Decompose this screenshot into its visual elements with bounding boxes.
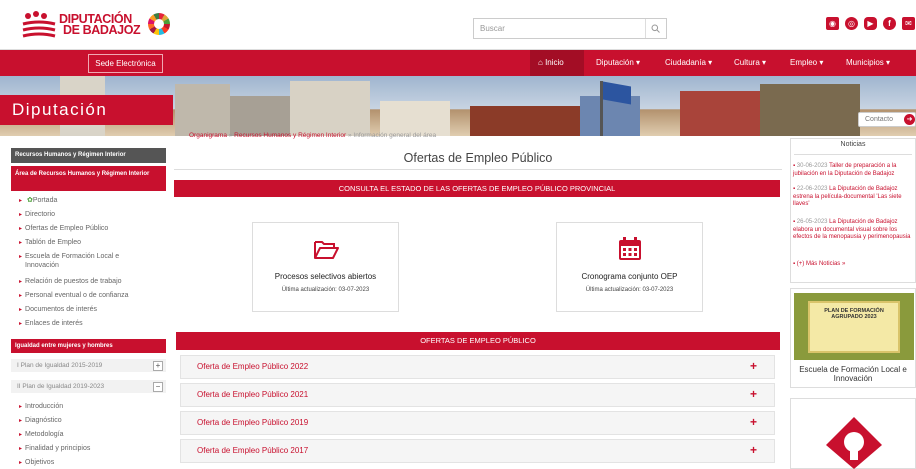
plus-icon[interactable]: + <box>750 387 757 401</box>
sidebar-plan-2019[interactable]: II Plan de Igualdad 2019-2023 <box>11 380 166 394</box>
sdg-wheel-icon[interactable] <box>148 13 170 35</box>
lightbulb-promo[interactable] <box>790 398 916 469</box>
sede-electronica-button[interactable]: Sede Electrónica <box>88 54 163 73</box>
nav-item-inicio[interactable]: ⌂ Inicio <box>530 50 584 76</box>
breadcrumb-organigrama[interactable]: Organigrama <box>189 132 227 139</box>
sidebar-item-personal-eventual[interactable]: Personal eventual o de confianza <box>19 291 129 301</box>
card-updated: Última actualización: 03-07-2023 <box>585 287 674 293</box>
logo-line2: DE BADAJOZ <box>63 23 141 37</box>
logo-mark-icon <box>22 11 56 38</box>
accordion-oferta-2019[interactable]: Oferta de Empleo Público 2019 <box>180 411 775 435</box>
rss-icon[interactable]: ◉ <box>826 17 839 30</box>
sidebar-item-tablon[interactable]: Tablón de Empleo <box>19 238 81 248</box>
nav-item-empleo[interactable]: Empleo ▾ <box>782 50 831 76</box>
sidebar-section-header[interactable]: Recursos Humanos y Régimen Interior <box>11 148 166 163</box>
lightbulb-icon <box>826 417 882 469</box>
accordion-oferta-2022[interactable]: Oferta de Empleo Público 2022 <box>180 355 775 379</box>
breadcrumb: Organigrama » Recursos Humanos y Régimen… <box>189 132 436 139</box>
consulta-estado-bar: CONSULTA EL ESTADO DE LAS OFERTAS DE EMP… <box>174 180 780 197</box>
ofertas-empleo-bar: OFERTAS DE EMPLEO PÚBLICO <box>176 332 780 350</box>
sidebar-igualdad-header[interactable]: Igualdad entre mujeres y hombres <box>11 339 166 353</box>
more-news-link[interactable]: ▪ (+) Más Noticias » <box>793 261 845 267</box>
sidebar-item-label: Portada <box>32 197 58 204</box>
nav-inicio-label: Inicio <box>545 58 564 67</box>
nav-item-diputacion[interactable]: Diputación ▾ <box>588 50 648 76</box>
search-icon[interactable] <box>645 19 665 38</box>
news-date: 22-06-2023 <box>796 186 828 192</box>
calendar-icon <box>619 237 641 260</box>
cronograma-oep-card[interactable]: Cronograma conjunto OEP Última actualiza… <box>556 222 703 312</box>
plus-icon[interactable]: + <box>750 415 757 429</box>
search-input[interactable]: Buscar <box>473 18 667 39</box>
accordion-oferta-2021[interactable]: Oferta de Empleo Público 2021 <box>180 383 775 407</box>
sidebar-item-diagnostico[interactable]: Diagnóstico <box>19 416 62 426</box>
page-title: Ofertas de Empleo Público <box>403 151 553 165</box>
sidebar-item-documentos[interactable]: Documentos de interés <box>19 305 97 315</box>
news-item[interactable]: ▪ 30-06-2023 Taller de preparación a la … <box>793 163 914 178</box>
nav-item-cultura[interactable]: Cultura ▾ <box>726 50 774 76</box>
folder-open-icon <box>314 241 339 259</box>
plus-icon[interactable]: + <box>750 359 757 373</box>
sidebar-item-portada[interactable]: ✿Portada <box>19 196 57 206</box>
mail-icon[interactable]: ✉ <box>902 17 915 30</box>
title-divider <box>174 169 782 170</box>
minus-icon[interactable]: − <box>153 382 163 392</box>
sidebar-item-enlaces[interactable]: Enlaces de interés <box>19 319 83 329</box>
plan-caption[interactable]: Escuela de Formación Local e Innovación <box>790 365 916 383</box>
section-title-banner: Diputación <box>0 95 173 125</box>
sidebar-item-finalidad[interactable]: Finalidad y principios <box>19 444 90 454</box>
home-icon: ⌂ <box>538 58 546 67</box>
breadcrumb-current: Información general del área <box>353 132 437 139</box>
news-item[interactable]: ▪ 26-05-2023 La Diputación de Badajoz el… <box>793 219 914 242</box>
procesos-selectivos-card[interactable]: Procesos selectivos abiertos Última actu… <box>252 222 399 312</box>
plan-image-title: PLAN DE FORMACIÓN AGRUPADO 2023 <box>824 308 884 320</box>
news-item[interactable]: ▪ 22-06-2023 La Diputación de Badajoz es… <box>793 186 914 209</box>
sidebar-area-header[interactable]: Área de Recursos Humanos y Régimen Inter… <box>11 166 166 191</box>
more-news-label: (+) Más Noticias » <box>796 261 846 267</box>
news-date: 30-06-2023 <box>796 163 828 169</box>
nav-item-ciudadania[interactable]: Ciudadanía ▾ <box>657 50 720 76</box>
card-title: Procesos selectivos abiertos <box>274 272 377 281</box>
plus-icon[interactable]: + <box>750 443 757 457</box>
news-divider <box>794 154 912 155</box>
sidebar-item-introduccion[interactable]: Introducción <box>19 402 63 412</box>
youtube-icon[interactable]: ▶ <box>864 17 877 30</box>
card-title: Cronograma conjunto OEP <box>581 272 678 281</box>
news-date: 26-05-2023 <box>796 219 828 225</box>
plus-icon[interactable]: + <box>153 361 163 371</box>
sidebar-plan-2015[interactable]: I Plan de Igualdad 2015-2019 <box>11 359 166 373</box>
facebook-icon[interactable]: f <box>883 17 896 30</box>
sidebar-item-metodologia[interactable]: Metodología <box>19 430 64 440</box>
breadcrumb-rrhh[interactable]: Recursos Humanos y Régimen Interior <box>234 132 346 139</box>
plan-formacion-image[interactable]: PLAN DE FORMACIÓN AGRUPADO 2023 <box>794 293 914 360</box>
sidebar-item-rpt[interactable]: Relación de puestos de trabajo <box>19 277 122 287</box>
news-title: Noticias <box>840 141 866 148</box>
instagram-icon[interactable]: ◎ <box>845 17 858 30</box>
sidebar-item-directorio[interactable]: Directorio <box>19 210 55 220</box>
sidebar-item-objetivos[interactable]: Objetivos <box>19 458 54 468</box>
logo-text: DIPUTACIÓN DE BADAJOZ <box>59 13 141 37</box>
card-updated: Última actualización: 03-07-2023 <box>281 287 370 293</box>
sidebar-item-escuela-cont[interactable]: Innovación <box>25 261 59 270</box>
nav-item-municipios[interactable]: Municipios ▾ <box>838 50 898 76</box>
sidebar-item-ofertas[interactable]: Ofertas de Empleo Público <box>19 224 108 234</box>
arrow-right-icon[interactable]: ➜ <box>904 114 915 125</box>
accordion-oferta-2017[interactable]: Oferta de Empleo Público 2017 <box>180 439 775 463</box>
